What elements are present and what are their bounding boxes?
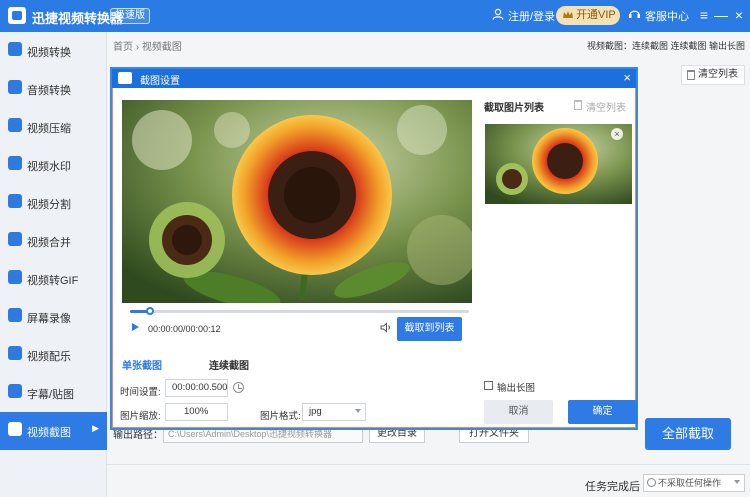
dialog-title: 截图设置 [140, 76, 180, 87]
time-setting-label: 时间设置: [120, 387, 161, 398]
camera-icon [118, 72, 132, 84]
sidebar-item-label: 视频转GIF [27, 275, 79, 287]
volume-icon[interactable] [380, 322, 392, 333]
captured-thumbnail[interactable] [485, 124, 632, 204]
sidebar-item-label: 视频合并 [27, 237, 71, 249]
register-login-link[interactable]: 注册/登录 [508, 8, 555, 24]
sidebar-item-video-convert[interactable]: 视频转换 [0, 32, 107, 70]
sidebar-item-audio-convert[interactable]: 音频转换 [0, 70, 107, 108]
cancel-button[interactable]: 取消 [484, 400, 553, 424]
edition-badge: 极速版 [110, 8, 150, 24]
play-icon[interactable] [132, 323, 139, 331]
sidebar-item-label: 视频水印 [27, 161, 71, 173]
list-clear-button[interactable]: 清空列表 [574, 99, 626, 114]
video-compress-icon [8, 118, 22, 132]
sidebar-item-label: 视频转换 [27, 47, 71, 59]
after-task-value: 不采取任何操作 [658, 478, 722, 488]
sidebar-item-label: 字幕/贴图 [27, 389, 75, 401]
app-logo-icon [8, 7, 26, 24]
audio-convert-icon [8, 80, 22, 94]
list-clear-label: 清空列表 [586, 103, 626, 114]
sidebar-item-video-split[interactable]: 视频分割 [0, 184, 107, 222]
image-format-select[interactable]: jpg [302, 403, 366, 421]
clear-list-button[interactable]: 清空列表 [681, 65, 745, 85]
video-screenshot-icon [8, 422, 22, 436]
dialog-close-icon[interactable]: × [623, 70, 631, 86]
chevron-down-icon [355, 409, 361, 413]
sidebar-item-video-compress[interactable]: 视频压缩 [0, 108, 107, 146]
add-to-list-button[interactable]: 截取到列表 [397, 317, 462, 341]
screenshot-modes-text: 视频截图：连续截图 连续截图 输出长图 [586, 41, 745, 51]
user-icon[interactable] [492, 8, 504, 23]
minimize-icon[interactable]: — [712, 6, 730, 24]
vip-label: 开通VIP [576, 9, 616, 21]
screenshot-settings-dialog: 截图设置 × 00:00:00/00:00:12 截取到列表 单张截图 连续截图… [110, 67, 638, 430]
clock-icon[interactable] [233, 382, 244, 393]
breadcrumb: 首页 › 视频截图 [113, 42, 182, 53]
crown-icon [563, 11, 573, 18]
sidebar: 视频转换 音频转换 视频压缩 视频水印 视频分割 视频合并 视频转GIF 屏幕录… [0, 32, 107, 497]
image-scale-label: 图片缩放: [120, 411, 161, 422]
chevron-down-icon [734, 480, 740, 484]
output-long-image-label: 输出长图 [497, 383, 536, 394]
video-split-icon [8, 194, 22, 208]
screen-record-icon [8, 308, 22, 322]
sidebar-item-video-gif[interactable]: 视频转GIF [0, 260, 107, 298]
image-format-value: jpg [309, 406, 322, 417]
capture-all-button[interactable]: 全部截取 [645, 418, 731, 450]
sidebar-item-screen-record[interactable]: 屏幕录像 [0, 298, 107, 336]
vip-button[interactable]: 开通VIP [556, 6, 620, 25]
video-convert-icon [8, 42, 22, 56]
sidebar-item-label: 视频分割 [27, 199, 71, 211]
tab-continuous-screenshot[interactable]: 连续截图 [209, 357, 249, 372]
after-task-label: 任务完成后 [585, 481, 640, 493]
sunflower-image [122, 100, 472, 303]
sidebar-item-video-watermark[interactable]: 视频水印 [0, 146, 107, 184]
no-action-icon [647, 478, 656, 487]
sidebar-item-video-screenshot[interactable]: 视频截图 ▶ [0, 412, 107, 450]
output-long-image-checkbox[interactable] [484, 381, 493, 390]
title-bar: 迅捷视频转换器 极速版 注册/登录 开通VIP 客服中心 ≡ — × [0, 0, 750, 32]
close-icon[interactable]: × [730, 6, 748, 24]
time-setting-input[interactable]: 00:00:00.500 [165, 379, 228, 397]
video-watermark-icon [8, 156, 22, 170]
image-scale-input[interactable]: 100% [165, 403, 228, 421]
video-gif-icon [8, 270, 22, 284]
chevron-right-icon: ▶ [92, 423, 99, 433]
capture-list-title: 截取图片列表 [484, 103, 544, 114]
progress-knob[interactable] [146, 307, 155, 315]
bottom-bar: 任务完成后 不采取任何操作 [107, 464, 750, 497]
sidebar-item-video-merge[interactable]: 视频合并 [0, 222, 107, 260]
dialog-header: 截图设置 × [112, 69, 636, 88]
subtitle-icon [8, 384, 22, 398]
timecode: 00:00:00/00:00:12 [148, 324, 221, 334]
video-preview[interactable] [122, 100, 472, 303]
remove-thumbnail-icon[interactable]: × [611, 128, 623, 140]
menu-icon[interactable]: ≡ [695, 6, 713, 24]
sidebar-item-subtitle[interactable]: 字幕/贴图 [0, 374, 107, 412]
clear-list-label: 清空列表 [698, 69, 738, 80]
sidebar-item-video-music[interactable]: 视频配乐 [0, 336, 107, 374]
video-progress-bar[interactable] [130, 307, 469, 315]
sidebar-item-label: 音频转换 [27, 85, 71, 97]
sidebar-item-label: 视频压缩 [27, 123, 71, 135]
trash-icon [687, 70, 695, 80]
thumbnail-image [485, 124, 632, 204]
video-merge-icon [8, 232, 22, 246]
confirm-button[interactable]: 确定 [568, 400, 637, 424]
headset-icon [628, 8, 641, 23]
sidebar-item-label: 视频截图 [27, 427, 71, 439]
after-task-select[interactable]: 不采取任何操作 [643, 474, 745, 492]
sidebar-item-label: 视频配乐 [27, 351, 71, 363]
image-format-label: 图片格式: [260, 411, 301, 422]
tab-single-screenshot[interactable]: 单张截图 [122, 357, 162, 372]
trash-icon [574, 100, 582, 110]
sidebar-item-label: 屏幕录像 [27, 313, 71, 325]
support-center-link[interactable]: 客服中心 [645, 8, 689, 24]
video-music-icon [8, 346, 22, 360]
